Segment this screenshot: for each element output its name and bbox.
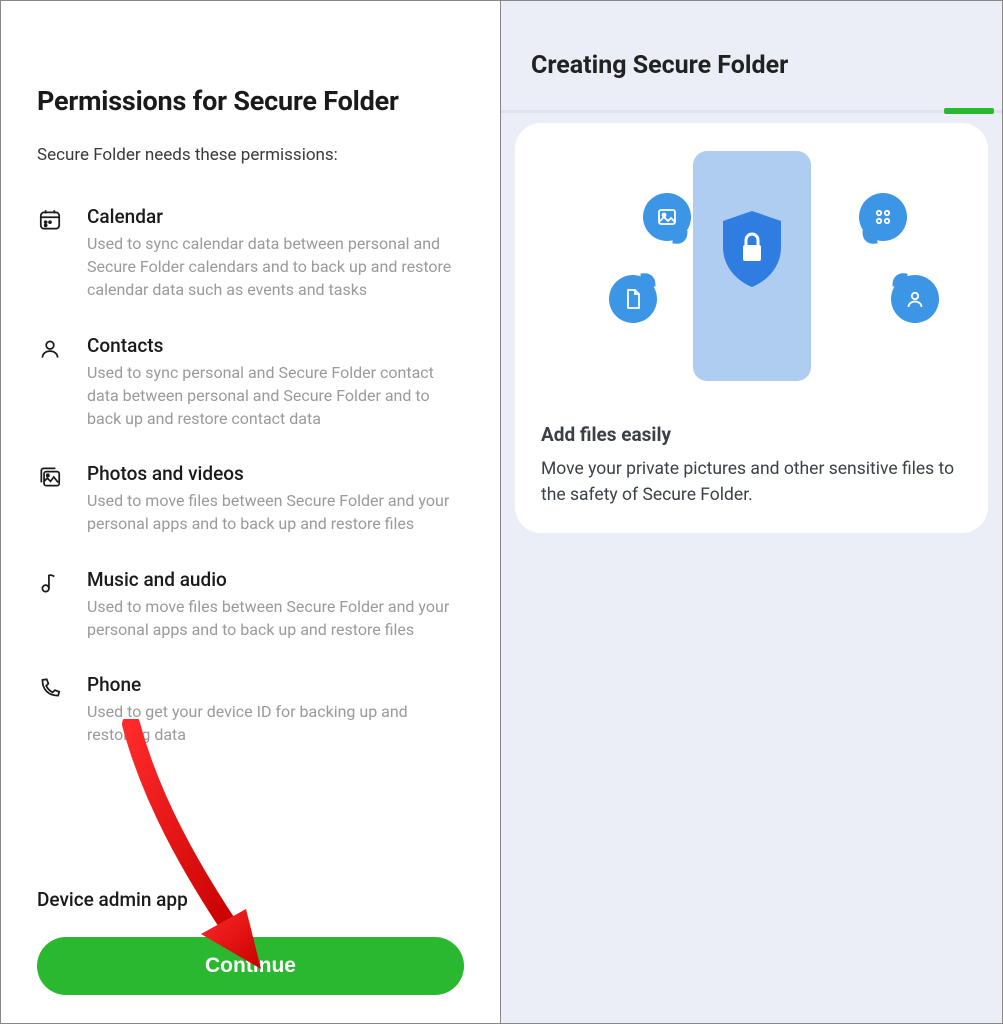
permission-desc: Used to sync personal and Secure Folder … [87,361,464,431]
permission-phone: Phone Used to get your device ID for bac… [37,673,464,746]
card-desc: Move your private pictures and other sen… [541,456,962,509]
contacts-icon [37,334,65,366]
info-card: Add files easily Move your private pictu… [515,123,988,533]
section-device-admin: Device admin app [37,888,464,911]
permission-desc: Used to sync calendar data between perso… [87,232,464,302]
permission-desc: Used to get your device ID for backing u… [87,700,464,746]
photos-icon [37,462,65,494]
permissions-screen: Permissions for Secure Folder Secure Fol… [1,1,501,1023]
permission-music: Music and audio Used to move files betwe… [37,568,464,641]
permission-title: Photos and videos [87,462,464,485]
card-title: Add files easily [541,423,966,446]
page-title: Creating Secure Folder [531,51,972,80]
permission-photos: Photos and videos Used to move files bet… [37,462,464,535]
calendar-icon [37,205,65,237]
page-title: Permissions for Secure Folder [37,85,464,117]
apps-bubble-icon [859,193,907,241]
progress-bar [501,110,1002,113]
permission-desc: Used to move files between Secure Folder… [87,595,464,641]
permission-title: Calendar [87,205,464,228]
phone-icon [37,673,65,705]
file-bubble-icon [609,275,657,323]
permission-contacts: Contacts Used to sync personal and Secur… [37,334,464,431]
image-bubble-icon [643,193,691,241]
music-icon [37,568,65,600]
user-bubble-icon [891,275,939,323]
permission-title: Music and audio [87,568,464,591]
permission-title: Phone [87,673,464,696]
shield-lock-icon [717,209,787,289]
creating-screen: Creating Secure Folder [501,1,1002,1023]
continue-button[interactable]: Continue [37,937,464,995]
intro-text: Secure Folder needs these permissions: [37,145,464,165]
permission-desc: Used to move files between Secure Folder… [87,489,464,535]
permission-list: Calendar Used to sync calendar data betw… [37,205,464,880]
secure-folder-illustration [537,151,966,409]
permission-calendar: Calendar Used to sync calendar data betw… [37,205,464,302]
permission-title: Contacts [87,334,464,357]
